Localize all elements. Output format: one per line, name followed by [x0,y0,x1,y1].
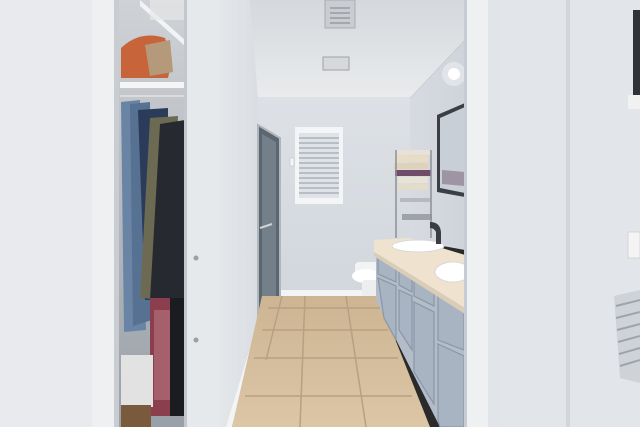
closet-door-slab [184,0,220,427]
closet-basket [150,0,185,20]
closet-door-frame-shadow [114,0,119,427]
ceiling-vent [324,0,356,29]
wall-light-glow [442,62,466,86]
closet-door-edge [184,0,187,427]
closet-bin [121,355,153,407]
door-hinge-2 [193,337,199,343]
closet-dark-bag [170,298,185,416]
left-wall [0,0,98,427]
closet-wire-shelf [120,82,185,88]
bathroom-scene [0,0,640,427]
right-wall-frame-edge [633,10,640,95]
bathroom-door-frame-inner [488,0,502,427]
ceiling-fan-vent [322,56,350,71]
right-wall-corner [566,0,570,427]
mirror-reflection [442,170,465,186]
closet-floor-item [121,405,151,427]
bathroom-door-frame-shadow [464,0,467,427]
closet-floral-bag-pattern [154,310,172,400]
wall-shelf-bracket [628,95,640,109]
towel-hook [627,231,640,259]
light-switch [289,157,295,167]
door-hinge [193,255,199,261]
shower-door-glass-reflection [262,134,276,310]
closet-tan-bag [145,40,173,76]
